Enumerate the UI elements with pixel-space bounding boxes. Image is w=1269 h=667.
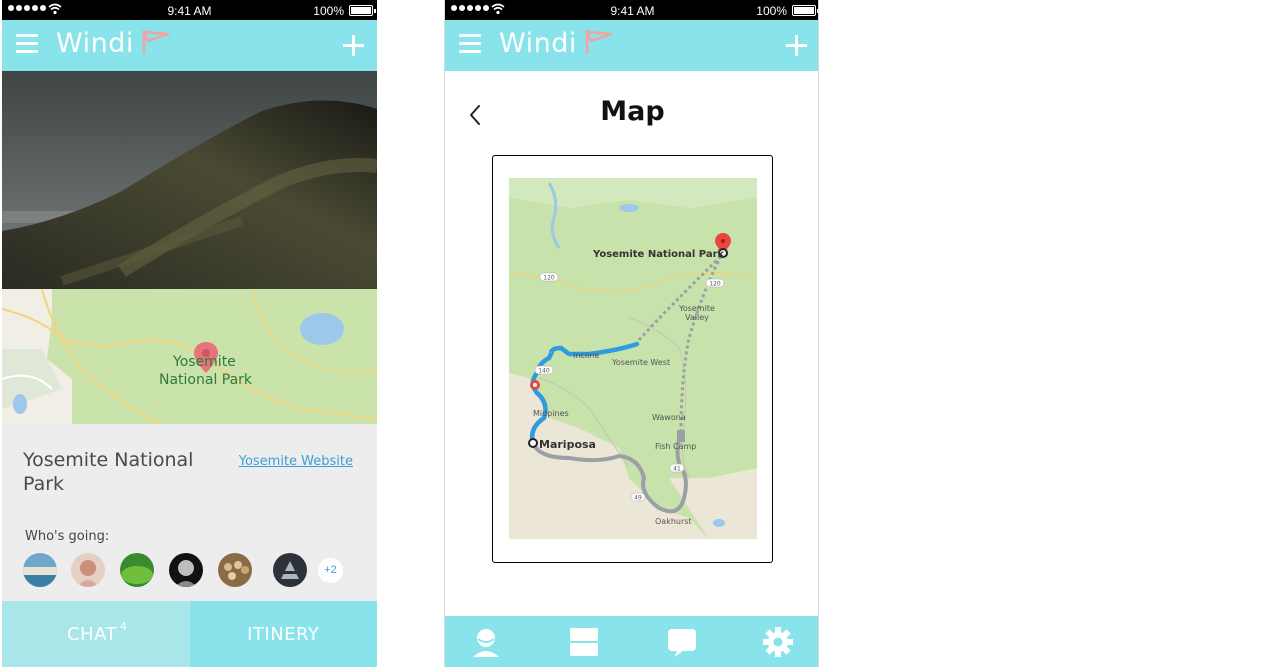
trip-info-panel: Yosemite National Park Yosemite Website … xyxy=(2,424,377,601)
avatar[interactable] xyxy=(169,553,203,587)
app-logo-text: Windi xyxy=(499,28,577,59)
map-label-yosemite-valley-2: Valley xyxy=(685,313,709,322)
add-icon[interactable] xyxy=(786,35,808,57)
location-map-thumbnail[interactable]: Yosemite National Park xyxy=(2,289,377,424)
profile-icon[interactable] xyxy=(469,625,503,659)
hamburger-menu-icon[interactable] xyxy=(16,34,38,54)
status-bar: 9:41 AM 100% xyxy=(2,0,377,20)
website-link[interactable]: Yosemite Website xyxy=(239,454,353,469)
route-map[interactable]: Yosemite National Park Mariposa Yosemite… xyxy=(509,178,757,539)
map-label-midpines: Midpines xyxy=(533,409,569,418)
map-label-park: Yosemite National Park xyxy=(592,249,725,260)
bottom-nav-bar xyxy=(445,616,818,667)
hamburger-menu-icon[interactable] xyxy=(459,34,481,54)
avatar[interactable] xyxy=(273,553,307,587)
map-label-incline: Incline xyxy=(573,351,599,360)
add-icon[interactable] xyxy=(343,35,365,57)
map-label-oakhurst: Oakhurst xyxy=(655,517,692,526)
app-logo-text: Windi xyxy=(56,28,134,59)
map-label-yosemite-west: Yosemite West xyxy=(611,358,670,367)
more-attendees-badge[interactable]: +2 xyxy=(318,558,343,583)
avatar[interactable] xyxy=(23,553,57,587)
trips-list-icon[interactable] xyxy=(567,625,601,659)
page-title: Map xyxy=(600,96,665,127)
windsock-logo-icon xyxy=(142,29,170,55)
trip-detail-screen: 9:41 AM 100% Windi Yosemite National Par… xyxy=(2,0,377,667)
avatar[interactable] xyxy=(120,553,154,587)
top-nav-bar: Windi xyxy=(2,20,377,71)
avatar[interactable] xyxy=(218,553,252,587)
map-screen: 9:41 AM 100% Windi Map Yosemite National… xyxy=(444,0,819,667)
battery-percent: 100% xyxy=(313,4,344,18)
status-bar: 9:41 AM 100% xyxy=(445,0,818,20)
tab-itinery[interactable]: ITINERY xyxy=(189,601,377,667)
map-label-mariposa: Mariposa xyxy=(539,438,596,451)
map-card: Yosemite National Park Mariposa Yosemite… xyxy=(492,155,773,563)
map-thumb-label-line1: Yosemite xyxy=(172,354,236,370)
whos-going-label: Who's going: xyxy=(25,529,110,544)
route-shield-140: 140 xyxy=(538,368,550,375)
battery-icon xyxy=(792,5,818,16)
map-label-wawona: Wawona xyxy=(652,413,686,422)
chat-unread-badge: 4 xyxy=(120,619,128,633)
map-thumb-label-line2: National Park xyxy=(159,372,253,388)
chat-bubble-icon[interactable] xyxy=(665,625,699,659)
windsock-logo-icon xyxy=(585,29,613,55)
park-name: Yosemite National Park xyxy=(23,449,194,495)
route-shield-120-east: 120 xyxy=(709,281,721,288)
hero-landscape-image xyxy=(2,71,377,289)
settings-gear-icon[interactable] xyxy=(761,625,795,659)
tab-chat-label: CHAT xyxy=(66,623,117,645)
route-shield-49: 49 xyxy=(634,495,642,502)
route-shield-120-west: 120 xyxy=(543,275,555,282)
route-shield-41: 41 xyxy=(673,466,681,473)
battery-percent: 100% xyxy=(756,4,787,18)
avatar[interactable] xyxy=(71,553,105,587)
map-label-yosemite-valley-1: Yosemite xyxy=(678,304,715,313)
tab-itinery-label: ITINERY xyxy=(247,623,320,645)
map-label-fish-camp: Fish Camp xyxy=(655,442,696,451)
top-nav-bar: Windi xyxy=(445,20,818,71)
trip-tab-bar: CHAT 4 ITINERY xyxy=(2,601,377,667)
battery-icon xyxy=(349,5,376,16)
tab-chat[interactable]: CHAT 4 xyxy=(2,601,190,667)
